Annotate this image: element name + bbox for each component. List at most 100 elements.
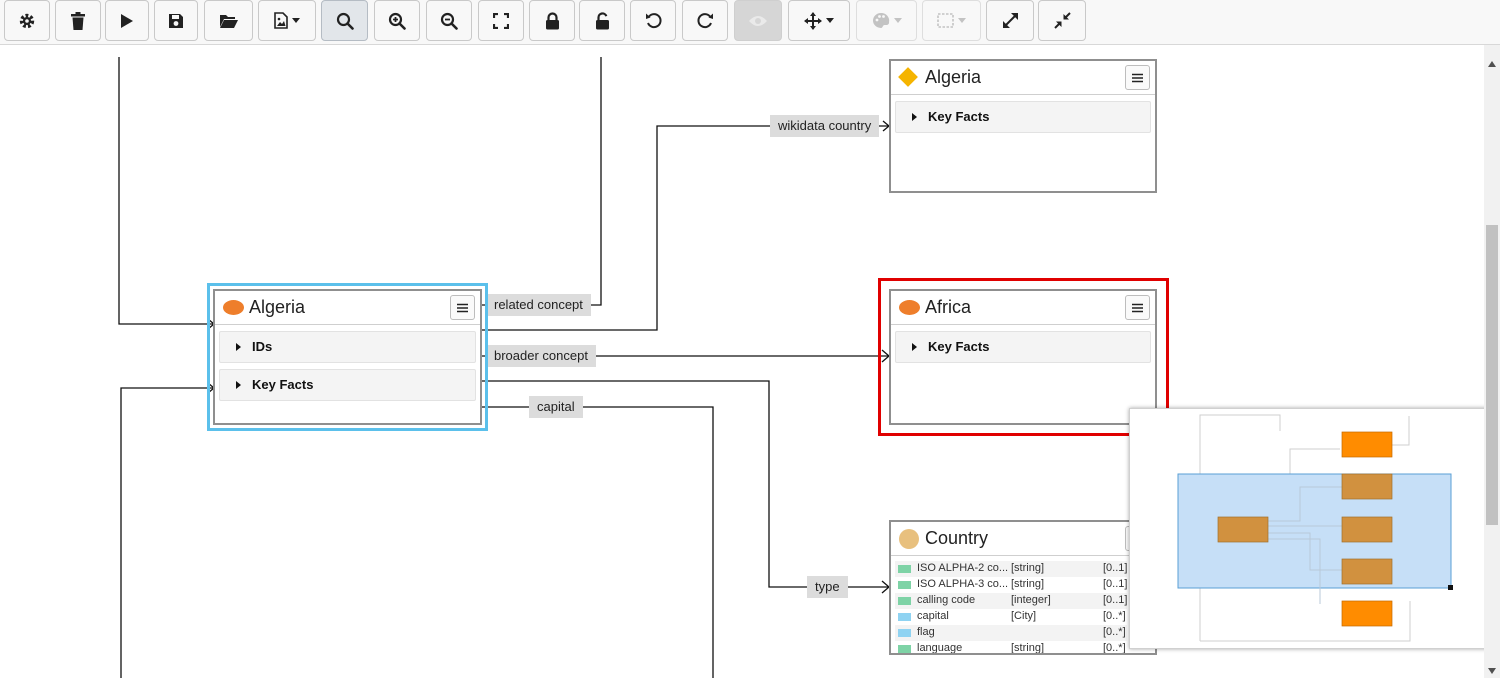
- unlock-icon: [595, 11, 609, 29]
- node-menu-button[interactable]: [1125, 65, 1150, 90]
- zoom-in-button[interactable]: [374, 0, 420, 41]
- vertical-scrollbar[interactable]: [1484, 45, 1500, 678]
- file-image-icon: [274, 12, 288, 29]
- move-button[interactable]: [788, 0, 850, 41]
- expand-button[interactable]: [986, 0, 1034, 41]
- section-key-facts[interactable]: Key Facts: [895, 331, 1151, 363]
- redo-icon: [697, 13, 713, 29]
- node-header: Algeria: [891, 61, 1155, 95]
- attribute-row[interactable]: ISO ALPHA-3 co... [string] [0..1]: [895, 577, 1127, 593]
- lock-button[interactable]: [529, 0, 575, 41]
- expand-frame-icon: [493, 12, 509, 29]
- open-button[interactable]: [204, 0, 253, 41]
- node-country[interactable]: Country ISO ALPHA-2 co... [string] [0..1…: [889, 520, 1157, 655]
- section-key-facts[interactable]: Key Facts: [219, 369, 476, 401]
- hamburger-icon: [457, 303, 468, 312]
- expand-arrows-icon: [1002, 13, 1018, 28]
- attribute-row[interactable]: flag [0..*]: [895, 625, 1127, 641]
- fit-button[interactable]: [478, 0, 524, 41]
- attribute-row[interactable]: capital [City] [0..*]: [895, 609, 1127, 625]
- edge-label-broader-concept[interactable]: broader concept: [486, 345, 596, 367]
- class-icon: [899, 529, 919, 549]
- scroll-down-icon[interactable]: [1488, 668, 1496, 674]
- attribute-type: [string]: [1011, 642, 1045, 654]
- attribute-cardinality: [0..1]: [1103, 578, 1128, 590]
- minimap-graphic: [1177, 414, 1453, 642]
- visibility-button[interactable]: [734, 0, 782, 41]
- attribute-name: language: [917, 642, 963, 654]
- minimap-node: [1341, 558, 1393, 585]
- relation-arrow-icon: [898, 629, 911, 637]
- chevron-down-icon: [958, 18, 966, 23]
- lock-icon: [545, 11, 559, 29]
- node-menu-button[interactable]: [1125, 295, 1150, 320]
- selection-button[interactable]: [922, 0, 981, 41]
- attribute-row[interactable]: calling code [integer] [0..1]: [895, 593, 1127, 609]
- data-property-icon: [898, 645, 911, 653]
- chevron-down-icon: [292, 18, 300, 23]
- section-label: Key Facts: [928, 339, 990, 354]
- attribute-type: [string]: [1011, 562, 1045, 574]
- minimap-node: [1341, 473, 1393, 500]
- capital-edge: [482, 406, 714, 678]
- data-property-icon: [898, 581, 911, 589]
- edge-label-capital[interactable]: capital: [529, 396, 583, 418]
- attribute-type: [integer]: [1011, 594, 1051, 606]
- undo-button[interactable]: [630, 0, 676, 41]
- caret-right-icon: [912, 113, 917, 121]
- trash-icon: [71, 11, 85, 30]
- redo-button[interactable]: [682, 0, 728, 41]
- hamburger-icon: [1132, 73, 1143, 82]
- scroll-up-icon[interactable]: [1488, 61, 1496, 67]
- export-button[interactable]: [258, 0, 316, 41]
- data-property-icon: [898, 565, 911, 573]
- delete-button[interactable]: [55, 0, 101, 41]
- attribute-name: ISO ALPHA-3 co...: [917, 578, 1009, 590]
- palette-icon: [872, 12, 889, 28]
- edge-label-wikidata-country[interactable]: wikidata country: [770, 115, 880, 137]
- attribute-row[interactable]: language [string] [0..*]: [895, 641, 1127, 654]
- node-header: Country: [891, 522, 1155, 556]
- unlock-button[interactable]: [579, 0, 625, 41]
- section-label: IDs: [252, 339, 273, 354]
- save-button[interactable]: [154, 0, 198, 41]
- edge-label-related-concept[interactable]: related concept: [486, 294, 591, 316]
- floppy-disk-icon: [169, 13, 183, 28]
- gear-icon: [19, 13, 35, 28]
- collapse-button[interactable]: [1038, 0, 1086, 41]
- minimap[interactable]: [1129, 408, 1489, 649]
- relation-arrow-icon: [898, 613, 911, 621]
- scrollbar-thumb[interactable]: [1486, 225, 1498, 525]
- palette-button[interactable]: [856, 0, 917, 41]
- caret-right-icon: [912, 343, 917, 351]
- node-africa[interactable]: Africa Key Facts: [889, 289, 1157, 425]
- node-algeria[interactable]: Algeria IDs Key Facts: [213, 289, 482, 425]
- toolbar: [0, 0, 1500, 45]
- section-label: Key Facts: [252, 377, 314, 392]
- search-button[interactable]: [321, 0, 368, 41]
- section-key-facts[interactable]: Key Facts: [895, 101, 1151, 133]
- minimap-node: [1341, 431, 1393, 458]
- zoom-out-button[interactable]: [426, 0, 472, 41]
- incoming-edge-top: [118, 57, 213, 325]
- related-concept-edge: [482, 57, 602, 306]
- settings-button[interactable]: [4, 0, 50, 41]
- attribute-cardinality: [0..1]: [1103, 562, 1128, 574]
- caret-right-icon: [236, 381, 241, 389]
- edge-label-type[interactable]: type: [807, 576, 848, 598]
- node-algeria-wikidata[interactable]: Algeria Key Facts: [889, 59, 1157, 193]
- folder-open-icon: [219, 14, 238, 28]
- chevron-down-icon: [826, 18, 834, 23]
- node-header: Africa: [891, 291, 1155, 325]
- attribute-name: capital: [917, 610, 949, 622]
- minimap-node: [1341, 600, 1393, 627]
- section-ids[interactable]: IDs: [219, 331, 476, 363]
- wikidata-diamond-icon: [898, 67, 918, 87]
- instance-icon: [223, 300, 244, 315]
- attribute-row[interactable]: ISO ALPHA-2 co... [string] [0..1]: [895, 561, 1127, 577]
- attribute-cardinality: [0..1]: [1103, 594, 1128, 606]
- run-button[interactable]: [105, 0, 149, 41]
- node-menu-button[interactable]: [450, 295, 475, 320]
- instance-icon: [899, 300, 920, 315]
- node-header: Algeria: [215, 291, 480, 325]
